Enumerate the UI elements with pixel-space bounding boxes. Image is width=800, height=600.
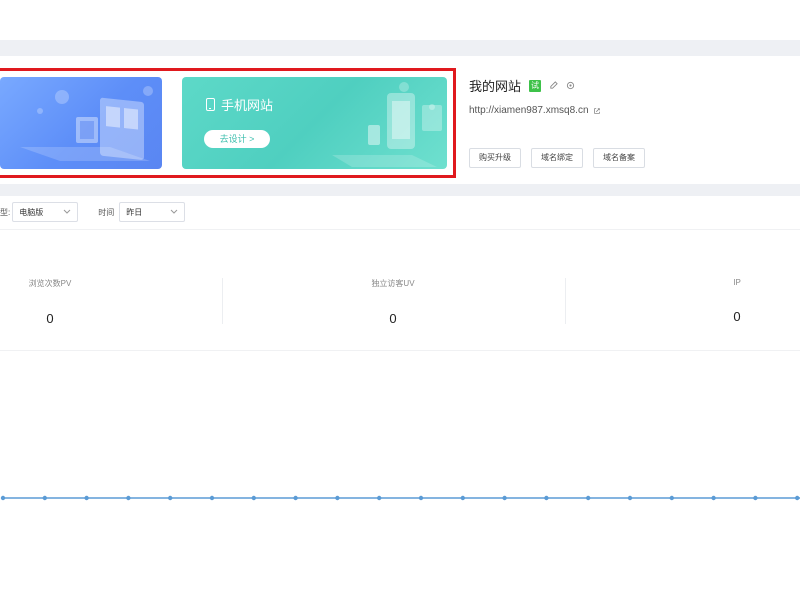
- mobile-site-title: 手机网站: [206, 95, 273, 114]
- site-url-link[interactable]: http://xiamen987.xmsq8.cn: [469, 105, 589, 116]
- data-point: [460, 495, 465, 501]
- go-design-button[interactable]: 去设计 >: [204, 130, 270, 148]
- mobile-site-banner[interactable]: 手机网站 去设计 >: [182, 77, 447, 169]
- data-point: [84, 495, 89, 501]
- traffic-line-chart: [0, 495, 800, 501]
- stat-ip-label: IP: [733, 278, 741, 287]
- external-link-icon[interactable]: [593, 107, 601, 115]
- mobile-site-title-text: 手机网站: [221, 98, 274, 113]
- time-select-value: 昨日: [126, 207, 143, 217]
- filter-bar: 型: 电脑版 时间 昨日: [0, 202, 186, 222]
- divider: [222, 278, 223, 324]
- settings-icon[interactable]: [566, 81, 575, 90]
- data-point: [544, 495, 549, 501]
- top-bar: [0, 0, 800, 40]
- stat-pv: 浏览次数PV 0: [10, 278, 90, 326]
- data-point: [42, 495, 47, 501]
- divider: [0, 229, 800, 230]
- data-point: [753, 495, 758, 501]
- data-point: [168, 495, 173, 501]
- data-point: [502, 495, 507, 501]
- type-select-value: 电脑版: [19, 207, 44, 217]
- pc-site-banner[interactable]: [0, 77, 162, 169]
- stat-ip-value: 0: [733, 309, 741, 324]
- phone-icon: [206, 98, 215, 111]
- domain-bind-button[interactable]: 域名绑定: [531, 148, 583, 168]
- data-point: [293, 495, 298, 501]
- data-point: [711, 495, 716, 501]
- chevron-down-icon: [63, 209, 71, 214]
- stat-uv: 独立访客UV 0: [343, 278, 443, 326]
- upgrade-button[interactable]: 购买升级: [469, 148, 521, 168]
- data-point: [0, 495, 6, 501]
- data-point: [586, 495, 591, 501]
- mobile-illustration-icon: [332, 82, 442, 167]
- site-title: 我的网站: [469, 79, 522, 94]
- data-point: [669, 495, 674, 501]
- section-gap: [0, 184, 800, 196]
- data-point: [335, 495, 340, 501]
- stat-uv-label: 独立访客UV: [371, 279, 415, 288]
- edit-icon[interactable]: [549, 81, 558, 90]
- type-select[interactable]: 电脑版: [12, 202, 79, 222]
- data-point: [795, 495, 800, 501]
- data-point: [418, 495, 424, 501]
- data-point: [251, 495, 256, 501]
- time-select[interactable]: 昨日: [119, 202, 186, 222]
- stat-ip: IP 0: [697, 278, 777, 324]
- trial-badge: 试: [529, 79, 542, 92]
- pc-illustration-icon: [20, 86, 153, 161]
- section-gap: [0, 40, 800, 56]
- site-actions: 购买升级 域名绑定 域名备案: [469, 148, 645, 168]
- data-point: [377, 495, 382, 501]
- stat-pv-value: 0: [46, 311, 54, 326]
- divider: [0, 350, 800, 351]
- type-filter-label: 型:: [0, 207, 11, 217]
- chevron-down-icon: [170, 209, 178, 214]
- stat-pv-label: 浏览次数PV: [28, 279, 72, 288]
- stat-uv-value: 0: [389, 311, 397, 326]
- data-point: [627, 495, 633, 501]
- domain-filing-button[interactable]: 域名备案: [593, 148, 645, 168]
- site-info: 我的网站 试: [469, 76, 575, 95]
- divider: [565, 278, 566, 324]
- time-filter-label: 时间: [98, 207, 115, 217]
- data-point: [209, 495, 215, 501]
- data-point: [126, 495, 131, 501]
- site-url-row: http://xiamen987.xmsq8.cn: [469, 105, 601, 116]
